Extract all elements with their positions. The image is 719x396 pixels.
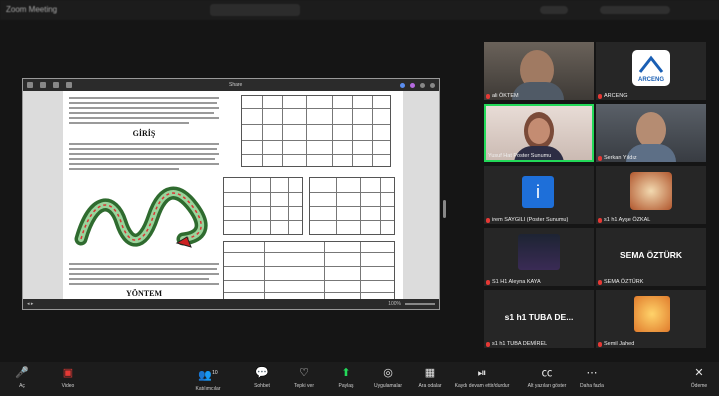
leave-icon: ✕ (694, 367, 704, 379)
participant-name: Yusuf Hat Poster Sunumu (488, 153, 552, 159)
participant-tile[interactable]: s1 h1 TUBA DE... s1 h1 TUBA DEMİREL (484, 290, 594, 348)
view-button[interactable]: ▦ Ara odalar (410, 366, 450, 389)
participant-tile[interactable]: ali ÖKTEM (484, 42, 594, 100)
participant-tile[interactable]: i irem SAYGILI (Poster Sunumu) (484, 166, 594, 224)
participant-gallery: ali ÖKTEM ARCENG ARCENG Yusuf Hat Poster… (484, 42, 706, 348)
muted-mic-icon (598, 341, 602, 347)
record-button[interactable]: ⏯ Kaydı devam ettir/durdur (452, 366, 512, 389)
muted-mic-icon (486, 93, 490, 99)
apps-button[interactable]: ◎ Uygulamalar (368, 366, 408, 389)
video-off-icon: ▣ (62, 367, 74, 379)
page-nav-icon[interactable]: ◂ ▸ (27, 301, 33, 307)
participant-tile[interactable]: ARCENG ARCENG (596, 42, 706, 100)
participant-name: irem SAYGILI (Poster Sunumu) (492, 217, 569, 223)
participants-count: 10 (212, 370, 218, 376)
zoom-level[interactable]: 100% (388, 301, 401, 307)
participant-tile[interactable]: SEMA ÖZTÜRK SEMA ÖZTÜRK (596, 228, 706, 286)
participant-tile[interactable]: Serkan Yıldız (596, 104, 706, 162)
window-title: Zoom Meeting (6, 5, 58, 14)
document-viewer-toolbar: Share (23, 79, 439, 91)
participant-name: ali ÖKTEM (492, 93, 519, 99)
arceng-logo-text: ARCENG (638, 77, 664, 83)
results-table-2 (223, 177, 303, 235)
zoom-icon[interactable] (66, 82, 72, 88)
status-indicator (540, 6, 568, 14)
share-screen-icon: ⬆ (341, 367, 351, 379)
participant-image (630, 172, 672, 210)
heading-method: YÖNTEM (126, 289, 162, 298)
participants-button[interactable]: 👥10 Katılımcılar (188, 366, 228, 392)
participant-tile[interactable]: S1 H1 Aleyna KAYA (484, 228, 594, 286)
participant-name: s1 h1 TUBA DEMİREL (492, 341, 548, 347)
participant-display-name: s1 h1 TUBA DE... (504, 312, 574, 322)
title-bar: Zoom Meeting (0, 0, 719, 20)
unmute-button[interactable]: 🎤 Aç (2, 366, 42, 389)
document-status-bar: ◂ ▸ 100% (23, 299, 439, 309)
participant-image (518, 234, 560, 270)
zoom-slider[interactable] (405, 303, 435, 305)
react-button[interactable]: ♡ Tepki ver (284, 366, 324, 389)
more-icon: ⋯ (586, 367, 598, 379)
participant-name: S1 H1 Aleyna KAYA (492, 279, 541, 285)
participant-tile[interactable]: s1 h1 Ayşe ÖZKAL (596, 166, 706, 224)
participant-display-name: SEMA ÖZTÜRK (619, 250, 682, 260)
muted-mic-icon (598, 93, 602, 99)
document-title: Share (229, 82, 243, 88)
view-control[interactable] (600, 6, 670, 14)
document-page: GİRİŞ YÖNTEM (63, 91, 403, 301)
arceng-logo: ARCENG (632, 50, 670, 86)
more-button[interactable]: ⋯ Daha fazla (572, 366, 612, 389)
muted-mic-icon (486, 217, 490, 223)
edit-icon[interactable] (400, 82, 405, 88)
heart-icon: ♡ (299, 367, 309, 379)
muted-mic-icon (598, 217, 602, 223)
results-table-1 (241, 95, 391, 167)
video-button[interactable]: ▣ Video (48, 366, 88, 389)
back-icon[interactable] (27, 82, 33, 88)
zoom-window: Zoom Meeting Share GİRİŞ YÖNTEM ◂ ▸ 100%… (0, 0, 719, 396)
share-button[interactable]: ⬆ Paylaş (326, 366, 366, 389)
captions-button[interactable]: ㏄ Alt yazıları göster (520, 366, 574, 389)
apps-icon: ◎ (383, 367, 393, 379)
participant-image (634, 296, 670, 332)
participant-name: Semil Jahed (604, 341, 635, 347)
print-icon[interactable] (53, 82, 59, 88)
search-icon[interactable] (40, 82, 46, 88)
participant-tile-active-speaker[interactable]: Yusuf Hat Poster Sunumu (484, 104, 594, 162)
comment-icon[interactable] (410, 82, 415, 88)
participant-name: ARCENG (604, 93, 628, 99)
participant-name: s1 h1 Ayşe ÖZKAL (604, 217, 651, 223)
participant-tile[interactable]: Semil Jahed (596, 290, 706, 348)
mic-muted-icon: 🎤 (15, 367, 29, 379)
figure-serpentine (74, 186, 208, 248)
info-icon: i (522, 176, 554, 208)
grid-icon: ▦ (424, 367, 436, 379)
chat-icon: 💬 (255, 367, 269, 379)
chat-button[interactable]: 💬 Sohbet (242, 366, 282, 389)
shared-screen[interactable]: Share GİRİŞ YÖNTEM ◂ ▸ 100% (22, 78, 440, 310)
muted-mic-icon (486, 279, 490, 285)
settings-icon[interactable] (420, 82, 425, 88)
close-icon[interactable] (430, 82, 435, 88)
participant-name: SEMA ÖZTÜRK (604, 279, 644, 285)
results-table-4 (223, 241, 395, 301)
results-table-3 (309, 177, 395, 235)
leave-button[interactable]: ✕ Ödeme (680, 366, 718, 389)
heading-intro: GİRİŞ (132, 129, 156, 138)
meeting-info-bar[interactable] (210, 4, 300, 16)
muted-mic-icon (486, 341, 490, 347)
split-drag-handle[interactable] (443, 200, 446, 218)
meeting-toolbar: 🎤 Aç ▣ Video 👥10 Katılımcılar 💬 Sohbet ♡ Tepk… (0, 362, 719, 396)
participants-icon: 👥10 (198, 369, 218, 382)
cc-icon: ㏄ (541, 367, 553, 379)
muted-mic-icon (598, 279, 602, 285)
pause-record-icon: ⏯ (477, 367, 487, 379)
participant-name: Serkan Yıldız (604, 155, 637, 161)
muted-mic-icon (598, 155, 602, 161)
